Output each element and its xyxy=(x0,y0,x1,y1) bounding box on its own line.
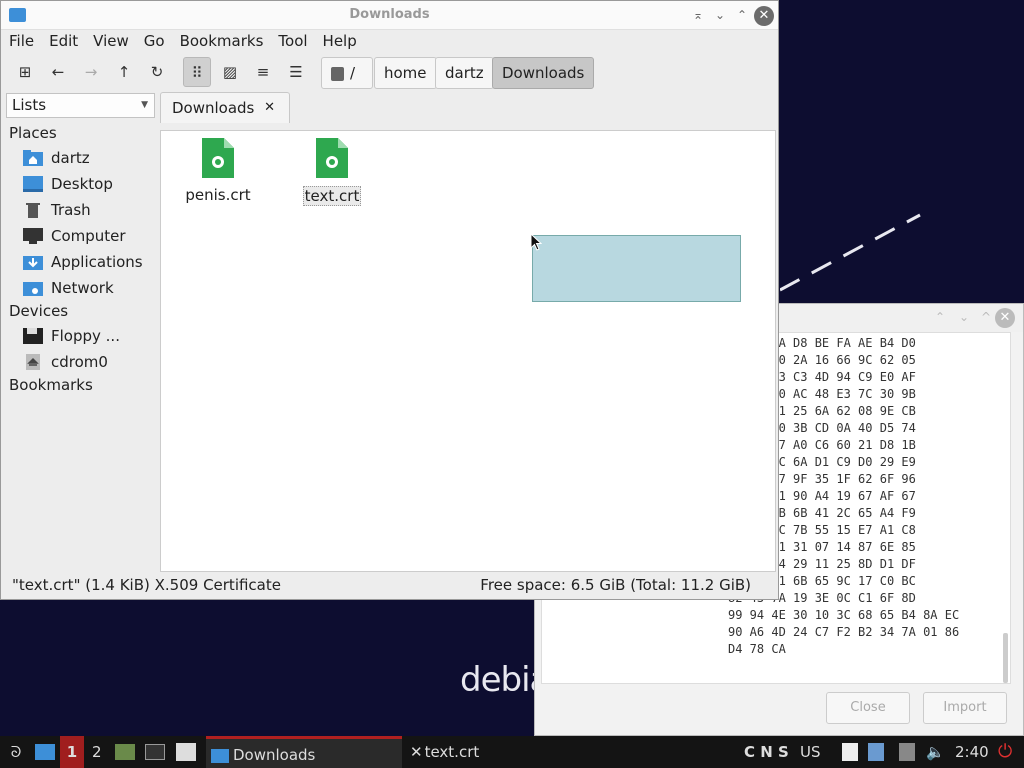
close-tab-icon[interactable]: ✕ xyxy=(264,93,275,123)
menubar: File Edit View Go Bookmarks Tool Help xyxy=(1,30,778,52)
file-item[interactable]: penis.crt xyxy=(170,131,266,204)
file-name: text.crt xyxy=(302,186,362,206)
file-manager-window[interactable]: Downloads ⌅ ⌄ ⌃ ✕ File Edit View Go Book… xyxy=(0,0,779,600)
mouse-cursor-icon xyxy=(530,233,542,251)
sidebar-item-desktop[interactable]: Desktop xyxy=(1,171,157,197)
breadcrumb-home[interactable]: home xyxy=(374,57,437,89)
menu-help[interactable]: Help xyxy=(323,32,357,50)
volume-icon[interactable]: 🔈 xyxy=(926,736,945,768)
task-text-crt[interactable]: ✕ text.crt xyxy=(410,736,600,768)
breadcrumb-dartz[interactable]: dartz xyxy=(435,57,494,89)
dialog-minimize-icon[interactable]: ⌄ xyxy=(955,308,973,326)
menu-view[interactable]: View xyxy=(93,32,129,50)
breadcrumb-downloads[interactable]: Downloads xyxy=(492,57,595,89)
icon-view-icon[interactable]: ⠿ xyxy=(183,57,211,87)
sidebar-item-dartz[interactable]: dartz xyxy=(1,145,157,171)
compact-view-icon[interactable]: ≡ xyxy=(249,57,277,87)
terminal-launcher-icon[interactable] xyxy=(145,736,165,768)
file-manager-launcher-icon[interactable] xyxy=(115,736,135,768)
power-icon[interactable]: ⏻ xyxy=(998,736,1012,768)
clipboard-icon[interactable] xyxy=(842,736,858,768)
file-item-selected[interactable]: text.crt xyxy=(284,131,380,206)
network-icon xyxy=(23,282,43,296)
certificate-file-icon xyxy=(202,138,234,178)
thumbnail-view-icon[interactable]: ▨ xyxy=(216,57,244,87)
window-title: Downloads xyxy=(349,7,430,22)
up-icon[interactable]: ↑ xyxy=(110,57,138,87)
menu-edit[interactable]: Edit xyxy=(49,32,78,50)
menu-tool[interactable]: Tool xyxy=(278,32,307,50)
side-pane-mode-select[interactable]: Lists ▼ xyxy=(6,93,155,118)
sidebar-item-trash[interactable]: Trash xyxy=(1,197,157,223)
maximize-icon[interactable]: ⌃ xyxy=(733,6,751,24)
minimize-icon[interactable]: ⌄ xyxy=(711,6,729,24)
clock[interactable]: 2:40 xyxy=(955,736,989,768)
search-icon xyxy=(331,66,344,81)
shade-icon[interactable]: ⌅ xyxy=(689,6,707,24)
tab-downloads[interactable]: Downloads ✕ xyxy=(160,92,290,123)
cdrom-icon xyxy=(26,354,40,370)
dialog-close-icon[interactable]: ✕ xyxy=(995,308,1015,328)
keyboard-lock-indicators: C N S xyxy=(744,743,789,761)
x-app-icon: ✕ xyxy=(410,743,423,761)
sidebar: Places dartz Desktop Trash Computer Appl… xyxy=(1,123,157,397)
workspace-2[interactable]: 2 xyxy=(92,736,102,768)
sidebar-item-computer[interactable]: Computer xyxy=(1,223,157,249)
dialog-close-button[interactable]: Close xyxy=(826,692,910,724)
debian-swirl-decoration xyxy=(780,213,921,292)
file-view[interactable]: penis.crt text.crt xyxy=(160,130,776,572)
new-tab-icon[interactable]: ⊞ xyxy=(11,57,39,87)
menu-file[interactable]: File xyxy=(9,32,34,50)
floppy-icon xyxy=(23,328,43,344)
menu-bookmarks[interactable]: Bookmarks xyxy=(180,32,264,50)
detailed-list-view-icon[interactable]: ☰ xyxy=(282,57,310,87)
dialog-import-button[interactable]: Import xyxy=(923,692,1007,724)
computer-icon xyxy=(23,228,43,244)
taskbar: ᘐ 1 2 Downloads ✕ text.crt C N S US 🔈 2:4… xyxy=(0,736,1024,768)
forward-icon[interactable]: → xyxy=(77,57,105,87)
text-editor-launcher-icon[interactable] xyxy=(176,736,196,768)
reload-icon[interactable]: ↻ xyxy=(143,57,171,87)
keyboard-layout[interactable]: US xyxy=(800,736,821,768)
statusbar: "text.crt" (1.4 KiB) X.509 Certificate F… xyxy=(1,573,778,599)
places-header: Places xyxy=(9,124,57,142)
bookmarks-header: Bookmarks xyxy=(9,376,93,394)
file-name: penis.crt xyxy=(185,186,251,204)
show-desktop-icon[interactable] xyxy=(35,736,55,768)
devices-header: Devices xyxy=(9,302,69,320)
chevron-down-icon: ▼ xyxy=(141,100,148,110)
menu-launcher-icon[interactable]: ᘐ xyxy=(5,736,27,768)
certificate-file-icon xyxy=(316,138,348,178)
status-selection-info: "text.crt" (1.4 KiB) X.509 Certificate xyxy=(12,576,281,594)
status-free-space: Free space: 6.5 GiB (Total: 11.2 GiB) xyxy=(480,576,751,594)
applications-icon xyxy=(23,256,43,270)
menu-go[interactable]: Go xyxy=(144,32,165,50)
folder-icon xyxy=(211,748,229,763)
sidebar-item-floppy[interactable]: Floppy ... xyxy=(1,323,157,349)
workspace-1[interactable]: 1 xyxy=(60,736,84,768)
desktop-icon xyxy=(23,176,43,192)
dialog-restore-icon[interactable]: ^ xyxy=(977,308,995,326)
removable-media-icon[interactable] xyxy=(899,736,915,768)
update-notifier-icon[interactable] xyxy=(868,736,884,768)
window-titlebar[interactable]: Downloads ⌅ ⌄ ⌃ ✕ xyxy=(1,1,778,30)
trash-icon xyxy=(26,203,40,218)
rubberband-selection xyxy=(532,235,741,302)
task-downloads[interactable]: Downloads xyxy=(206,736,402,768)
dialog-maximize-icon[interactable]: ⌃ xyxy=(931,308,949,326)
breadcrumb-root[interactable]: / xyxy=(321,57,373,89)
home-folder-icon xyxy=(23,150,43,166)
sidebar-item-cdrom0[interactable]: cdrom0 xyxy=(1,349,157,375)
sidebar-item-applications[interactable]: Applications xyxy=(1,249,157,275)
hex-scrollbar[interactable] xyxy=(1003,633,1008,683)
back-icon[interactable]: ← xyxy=(44,57,72,87)
close-window-icon[interactable]: ✕ xyxy=(754,6,774,26)
sidebar-item-network[interactable]: Network xyxy=(1,275,157,301)
